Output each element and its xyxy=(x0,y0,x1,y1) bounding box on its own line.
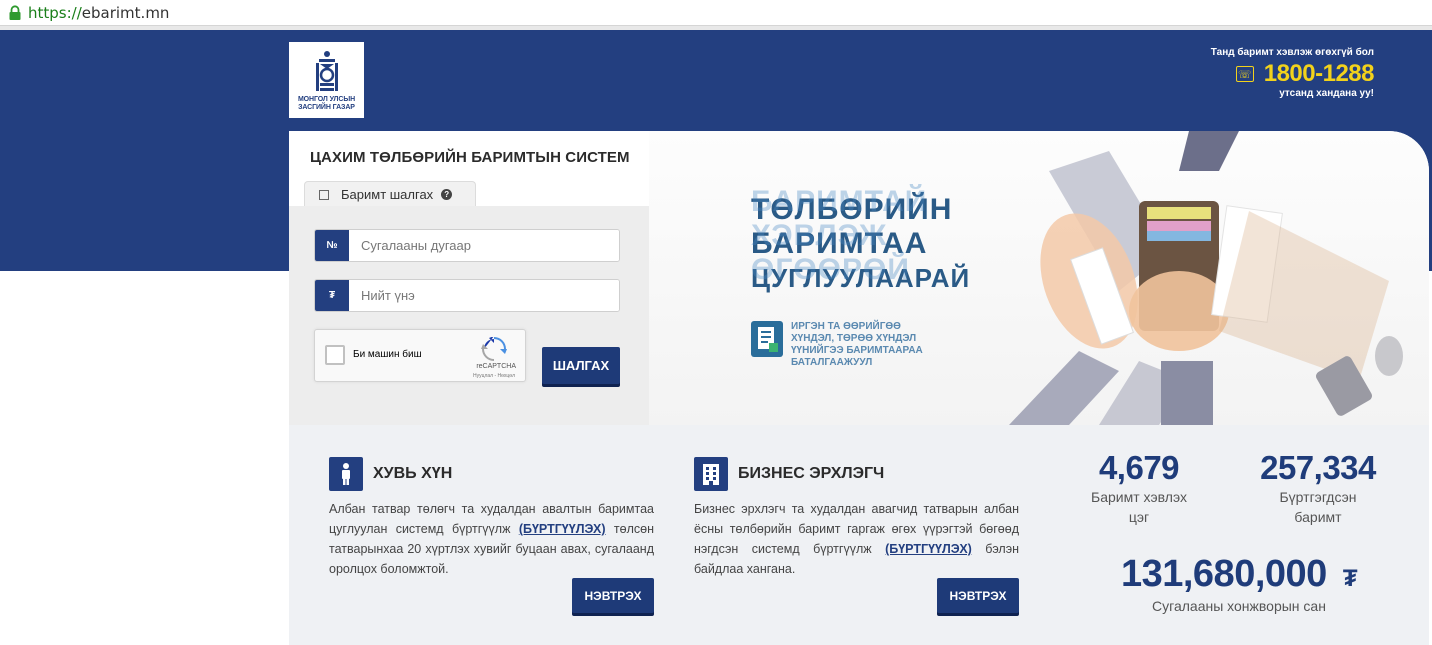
stat-registered-receipts-value: 257,334 xyxy=(1260,449,1376,486)
lock-icon xyxy=(9,4,21,20)
promo-banner: БАРИМТАЙ ХЭВЛЭЖ ӨГӨӨРӨЙ ТӨЛБӨРИЙН БАРИМТ… xyxy=(649,131,1429,425)
check-form: № ₮ xyxy=(289,206,649,425)
stat-print-points: 4,679 Баримт хэвлэх цэг xyxy=(1079,449,1199,527)
recaptcha-links[interactable]: Нууцлал - Нөхцөл xyxy=(473,373,515,379)
soyombo-emblem-icon xyxy=(315,51,338,91)
business-title: БИЗНЕС ЭРХЛЭГЧ xyxy=(738,465,885,482)
business-login-button[interactable]: НЭВТРЭХ xyxy=(937,578,1019,613)
stat-registered-receipts-label-1: Бүртгэгдсэн xyxy=(1279,489,1357,505)
person-icon xyxy=(329,457,363,491)
personal-login-button[interactable]: НЭВТРЭХ xyxy=(572,578,654,613)
business-register-link[interactable]: (БҮРТГҮҮЛЭХ) xyxy=(885,542,972,556)
personal-register-link[interactable]: (БҮРТГҮҮЛЭХ) xyxy=(519,522,606,536)
total-amount-input[interactable] xyxy=(349,280,619,311)
business-description: Бизнес эрхлэгч та худалдан авагчид татва… xyxy=(694,502,1019,576)
stat-registered-receipts-label-2: баримт xyxy=(1294,509,1342,525)
banner-subtext-label: ИРГЭН ТА ӨӨРИЙГӨӨ ХҮНДЭЛ, ТӨРӨӨ ХҮНДЭЛ Ү… xyxy=(791,321,923,368)
personal-description: Албан татвар төлөгч та худалдан авалтын … xyxy=(329,502,654,576)
recaptcha-icon xyxy=(481,337,507,361)
system-title: ЦАХИМ ТӨЛБӨРИЙН БАРИМТЫН СИСТЕМ xyxy=(310,149,630,166)
document-icon xyxy=(751,321,783,357)
url-text: https://ebarimt.mn xyxy=(28,3,170,22)
building-icon xyxy=(694,457,728,491)
banner-headline: БАРИМТАЙ ХЭВЛЭЖ ӨГӨӨРӨЙ ТӨЛБӨРИЙН БАРИМТ… xyxy=(751,185,970,295)
hotline-block: Танд баримт хэвлэж өгөхгүй бол ☏ 1800-12… xyxy=(1210,47,1375,99)
business-card: БИЗНЕС ЭРХЛЭГЧ Бизнес эрхлэгч та худалда… xyxy=(694,457,1019,579)
recaptcha-widget: Би машин биш reCAPTCHA Нууцлал - Нөхцөл xyxy=(314,329,526,382)
tugrik-currency-icon: ₮ xyxy=(1342,565,1358,592)
stat-prize-fund-row: 131,680,000 ₮ xyxy=(1109,553,1369,596)
stat-prize-fund-value: 131,680,000 xyxy=(1120,553,1327,595)
hero-panel: ЦАХИМ ТӨЛБӨРИЙН БАРИМТЫН СИСТЕМ Баримт ш… xyxy=(289,131,1429,425)
stat-prize-fund-label: Сугалааны хонжворын сан xyxy=(1152,598,1326,614)
banner-ghost-line-3: ӨГӨӨРӨЙ xyxy=(751,253,910,286)
personal-card: ХУВЬ ХҮН Албан татвар төлөгч та худалдан… xyxy=(329,457,654,579)
lottery-number-input[interactable] xyxy=(349,230,619,261)
personal-title: ХУВЬ ХҮН xyxy=(373,465,453,482)
hotline-bottom-text: утсанд хандана уу! xyxy=(1279,88,1374,99)
hotline-number[interactable]: 1800-1288 xyxy=(1264,60,1375,88)
total-amount-field[interactable]: ₮ xyxy=(314,279,620,312)
phone-icon: ☏ xyxy=(1235,66,1254,82)
list-icon xyxy=(319,189,329,200)
browser-address-bar[interactable]: https://ebarimt.mn xyxy=(0,0,1432,26)
info-section: ХУВЬ ХҮН Албан татвар төлөгч та худалдан… xyxy=(289,425,1429,645)
number-sign-icon: № xyxy=(315,230,349,261)
government-logo[interactable]: МОНГОЛ УЛСЫН ЗАСГИЙН ГАЗАР xyxy=(289,42,364,118)
recaptcha-label: Би машин биш xyxy=(353,349,422,360)
tab-check-receipt-label: Баримт шалгах xyxy=(341,187,434,202)
receipt-check-panel: ЦАХИМ ТӨЛБӨРИЙН БАРИМТЫН СИСТЕМ Баримт ш… xyxy=(289,131,649,425)
recaptcha-checkbox[interactable] xyxy=(325,345,345,365)
tab-check-receipt[interactable]: Баримт шалгах ? xyxy=(304,181,476,207)
lottery-number-field[interactable]: № xyxy=(314,229,620,262)
banner-subtext: ИРГЭН ТА ӨӨРИЙГӨӨ ХҮНДЭЛ, ТӨРӨӨ ХҮНДЭЛ Ү… xyxy=(751,321,941,369)
stat-print-points-label: Баримт хэвлэх цэг xyxy=(1091,489,1187,525)
logo-caption: МОНГОЛ УЛСЫН ЗАСГИЙН ГАЗАР xyxy=(297,96,356,111)
help-icon[interactable]: ? xyxy=(441,189,453,200)
stat-prize-fund: 131,680,000 ₮ Сугалааны хонжворын сан xyxy=(1109,553,1369,616)
banner-ghost-line-1: БАРИМТАЙ xyxy=(751,185,928,218)
hands-with-receipt-illustration xyxy=(1009,131,1403,425)
stat-registered-receipts: 257,334 Бүртгэгдсэн баримт xyxy=(1253,449,1383,527)
recaptcha-brand: reCAPTCHA xyxy=(476,363,516,370)
stat-print-points-value: 4,679 xyxy=(1098,449,1180,486)
search-button[interactable]: ШАЛГАХ xyxy=(542,347,620,384)
banner-ghost-line-2: ХЭВЛЭЖ xyxy=(751,219,888,252)
tugrik-sign-icon: ₮ xyxy=(315,280,349,311)
hotline-top-text: Танд баримт хэвлэж өгөхгүй бол xyxy=(1210,47,1374,58)
